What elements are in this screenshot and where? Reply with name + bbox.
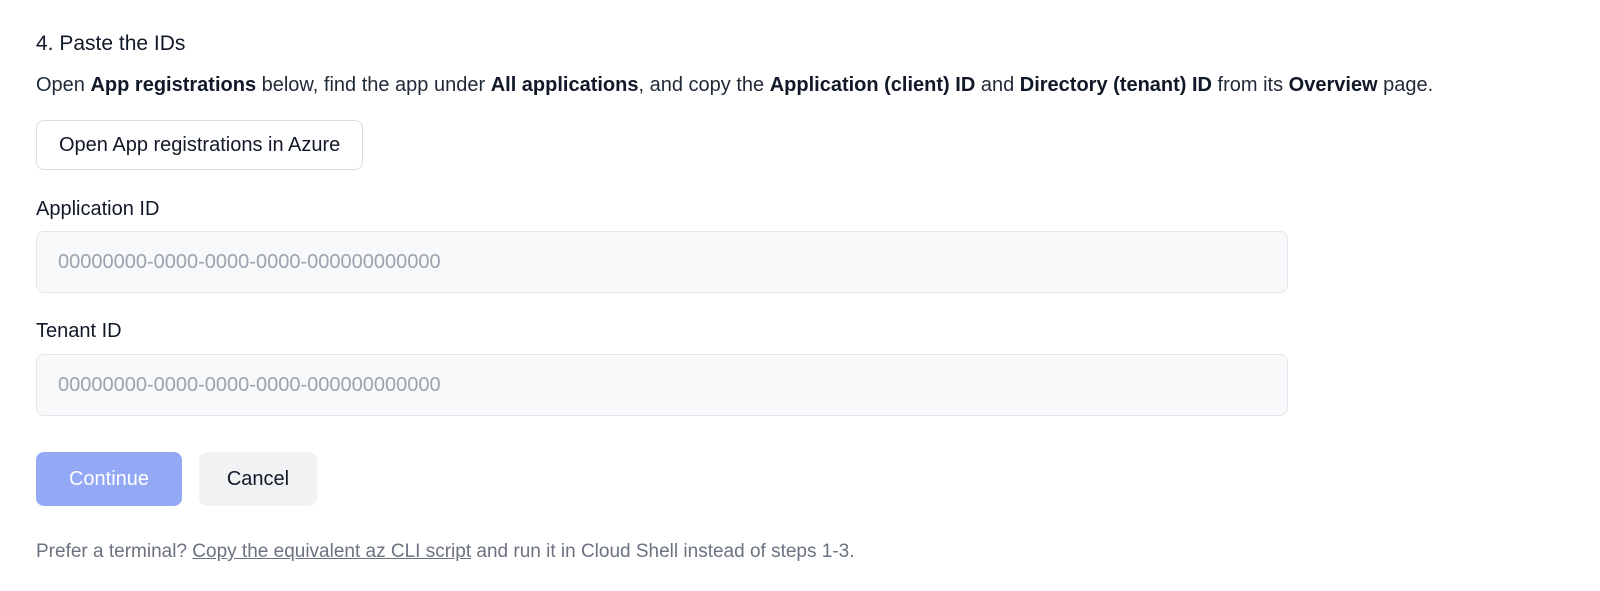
cancel-button[interactable]: Cancel: [199, 452, 317, 506]
instructions-text-part: from its: [1212, 74, 1289, 96]
tenant-id-label: Tenant ID: [36, 320, 122, 342]
instructions-text-part: below, find the app under: [256, 74, 491, 96]
application-id-label: Application ID: [36, 198, 160, 220]
instructions-bold-application-client-id: Application (client) ID: [769, 74, 976, 96]
instructions-text-part: , and copy the: [638, 74, 770, 96]
tenant-id-input[interactable]: [36, 354, 1288, 416]
application-id-input[interactable]: [36, 231, 1288, 293]
instructions-bold-all-applications: All applications: [490, 74, 639, 96]
copy-cli-script-link[interactable]: Copy the equivalent az CLI script: [192, 541, 471, 562]
instructions-bold-app-registrations: App registrations: [90, 74, 257, 96]
instructions-bold-overview: Overview: [1288, 74, 1378, 96]
continue-button[interactable]: Continue: [36, 452, 182, 506]
instructions-text-part: and: [975, 74, 1020, 96]
paste-ids-step: 4. Paste the IDs Open App registrations …: [0, 0, 1600, 591]
instructions-bold-directory-tenant-id: Directory (tenant) ID: [1019, 74, 1212, 96]
terminal-note-suffix: and run it in Cloud Shell instead of ste…: [471, 541, 855, 562]
terminal-note-prefix: Prefer a terminal?: [36, 541, 193, 562]
step-title: 4. Paste the IDs: [36, 32, 186, 55]
terminal-note: Prefer a terminal? Copy the equivalent a…: [36, 540, 855, 564]
instructions-text-part: Open: [36, 74, 91, 96]
instructions-text: Open App registrations below, find the a…: [36, 72, 1433, 98]
instructions-text-part: page.: [1377, 74, 1434, 96]
open-app-registrations-button[interactable]: Open App registrations in Azure: [36, 120, 364, 170]
